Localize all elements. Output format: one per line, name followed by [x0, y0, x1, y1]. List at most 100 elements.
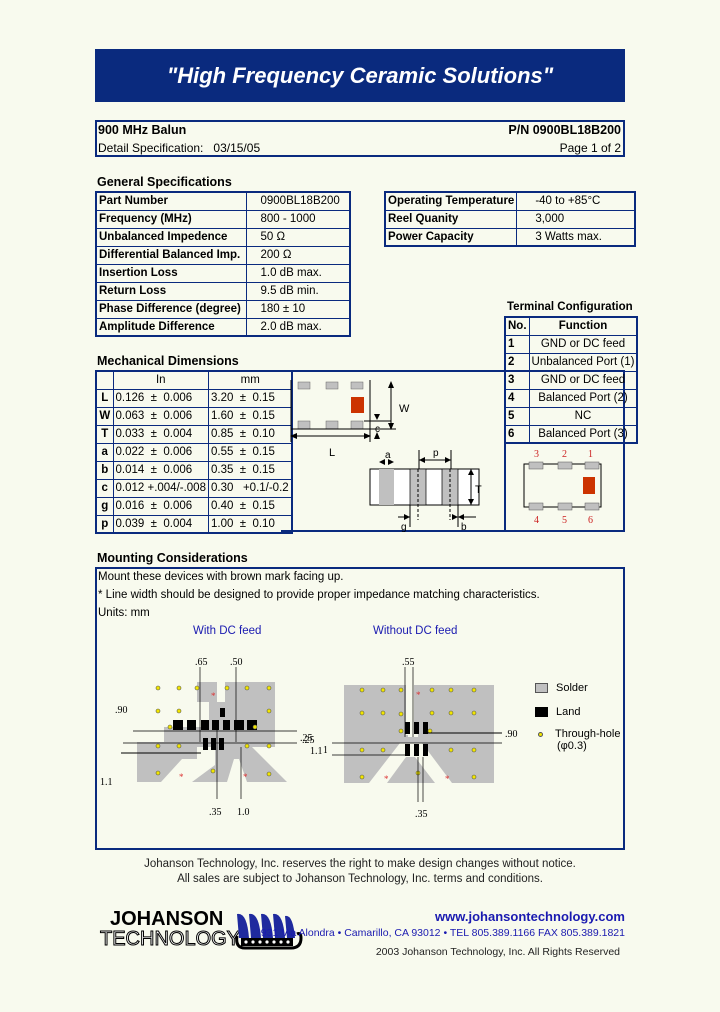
pin-label: 6 [588, 515, 593, 526]
mounting-note: * Line width should be designed to provi… [98, 589, 540, 601]
logo-text-bottom: TECHNOLOGY [99, 928, 241, 951]
terminal-function: GND or DC feed [528, 370, 638, 390]
spec-row: Return Loss 9.5 dB min. [95, 281, 351, 301]
pad [350, 420, 364, 430]
dimension-inches: 0.033 ± 0.004 [112, 424, 209, 444]
dim-label: 1.1 [310, 746, 323, 757]
label-g: g [401, 522, 407, 532]
with-dc-footprint: * * * .65 .50 .90 .25 1.1 1.1 .35 1.0 [100, 657, 327, 818]
spec-value: 3 Watts max. [516, 227, 636, 247]
dimension-inches: 0.022 ± 0.006 [112, 442, 209, 462]
dimension-row: T 0.033 ± 0.004 0.85 ± 0.10 [95, 424, 293, 444]
dimension-mm: 3.20 ± 0.15 [207, 388, 293, 408]
dimension-row: g 0.016 ± 0.006 0.40 ± 0.15 [95, 496, 293, 516]
dimension-mm: 1.00 ± 0.10 [207, 514, 293, 534]
spec-name: Part Number [95, 191, 247, 211]
label-L: L [329, 447, 335, 459]
dimension-row: L 0.126 ± 0.006 3.20 ± 0.15 [95, 388, 293, 408]
terminal-row: 4 Balanced Port (2) [504, 388, 638, 408]
terminal-row: 2 Unbalanced Port (1) [504, 352, 638, 372]
land-swatch [535, 707, 548, 717]
spec-value: 50 Ω [245, 227, 351, 247]
mounting-note: Units: mm [98, 607, 150, 619]
document-header: 900 MHz Balun P/N 0900BL18B200 Detail Sp… [95, 120, 625, 157]
mounting-box: Mount these devices with brown mark faci… [95, 567, 625, 850]
land [423, 722, 428, 734]
terminal-number: 3 [504, 370, 530, 390]
title-banner: "High Frequency Ceramic Solutions" [95, 49, 625, 102]
spec-value: 3,000 [516, 209, 636, 229]
spec-value: 180 ± 10 [245, 299, 351, 319]
footer-disclaimer-2: All sales are subject to Johanson Techno… [177, 873, 543, 885]
brown-mark [351, 397, 364, 413]
spec-row: Differential Balanced Imp. 200 Ω [95, 245, 351, 265]
pad [325, 381, 339, 390]
label-p: p [433, 448, 439, 459]
spec-name: Return Loss [95, 281, 247, 301]
dimension-inches: 0.039 ± 0.004 [112, 514, 209, 534]
top-view: W c L [290, 380, 410, 459]
dimension-mm: 0.55 ± 0.15 [207, 442, 293, 462]
asterisk: * [243, 772, 248, 782]
dimension-row: c 0.012 +.004/-.008 0.30 +0.1/-0.2 [95, 478, 293, 498]
legend-solder-label: Solder [556, 682, 588, 694]
page-number: Page 1 of 2 [559, 141, 621, 155]
asterisk: * [445, 774, 450, 784]
dimension-row: p 0.039 ± 0.004 1.00 ± 0.10 [95, 514, 293, 534]
dim-label: .35 [209, 807, 222, 818]
terminal-function: NC [528, 406, 638, 426]
pin-label: 4 [534, 515, 539, 526]
terminal-row: 6 Balanced Port (3) [504, 424, 638, 444]
legend-land-label: Land [556, 706, 581, 718]
spec-row: Power Capacity 3 Watts max. [384, 227, 636, 247]
dim-label: .90 [505, 729, 518, 740]
land [212, 720, 219, 730]
pinout-diagram: 3 2 1 4 5 6 [523, 449, 602, 526]
terminal-row: 5 NC [504, 406, 638, 426]
col-no: No. [504, 316, 530, 336]
dimension-label: g [95, 496, 114, 516]
col-mm: mm [207, 370, 293, 390]
dim-label: .65 [195, 657, 208, 668]
mechanical-dims-title: Mechanical Dimensions [97, 354, 239, 368]
land [201, 720, 209, 730]
mounting-note: Mount these devices with brown mark faci… [98, 571, 344, 583]
pin-label: 3 [534, 449, 539, 460]
dim-label: 1.0 [237, 807, 250, 818]
spec-value: 800 - 1000 [245, 209, 351, 229]
footer-disclaimer-1: Johanson Technology, Inc. reserves the r… [144, 858, 576, 870]
website-link[interactable]: www.johansontechnology.com [435, 909, 625, 924]
spec-date-line: Detail Specification: 03/15/05 [98, 141, 260, 155]
legend-through-hole: Through-hole [535, 728, 620, 740]
col-label [95, 370, 114, 390]
spec-name: Unbalanced Impedence [95, 227, 247, 247]
dimension-label: W [95, 406, 114, 426]
terminal-function: Unbalanced Port (1) [528, 352, 638, 372]
pin-label: 2 [562, 449, 567, 460]
dim-label: .90 [115, 705, 128, 716]
land [203, 738, 208, 750]
dimension-label: b [95, 460, 114, 480]
mechanical-dims-table: In mm L 0.126 ± 0.006 3.20 ± 0.15 W 0.063 ± … [95, 370, 294, 534]
dim-label: .50 [230, 657, 243, 668]
spec-name: Differential Balanced Imp. [95, 245, 247, 265]
terminal-config-title: Terminal Configuration [507, 301, 633, 313]
dim-label: .35 [415, 809, 428, 820]
pin-label: 1 [588, 449, 593, 460]
spec-name: Amplitude Difference [95, 317, 247, 337]
land [414, 744, 419, 756]
general-specs-table: Part Number 0900BL18B200 Frequency (MHz) 80… [95, 191, 351, 337]
banner-title: "High Frequency Ceramic Solutions" [166, 62, 554, 88]
terminal-number: 6 [504, 424, 530, 444]
dimension-inches: 0.016 ± 0.006 [112, 496, 209, 516]
spec-row: Insertion Loss 1.0 dB max. [95, 263, 351, 283]
terminal-function: Balanced Port (3) [528, 424, 638, 444]
dimension-mm: 1.60 ± 0.15 [207, 406, 293, 426]
terminal-function: Balanced Port (2) [528, 388, 638, 408]
through-hole-swatch [538, 731, 543, 737]
land [220, 708, 225, 717]
spec-value: 9.5 dB min. [245, 281, 351, 301]
dimension-row: a 0.022 ± 0.006 0.55 ± 0.15 [95, 442, 293, 462]
land [405, 744, 410, 756]
spec-row: Frequency (MHz) 800 - 1000 [95, 209, 351, 229]
